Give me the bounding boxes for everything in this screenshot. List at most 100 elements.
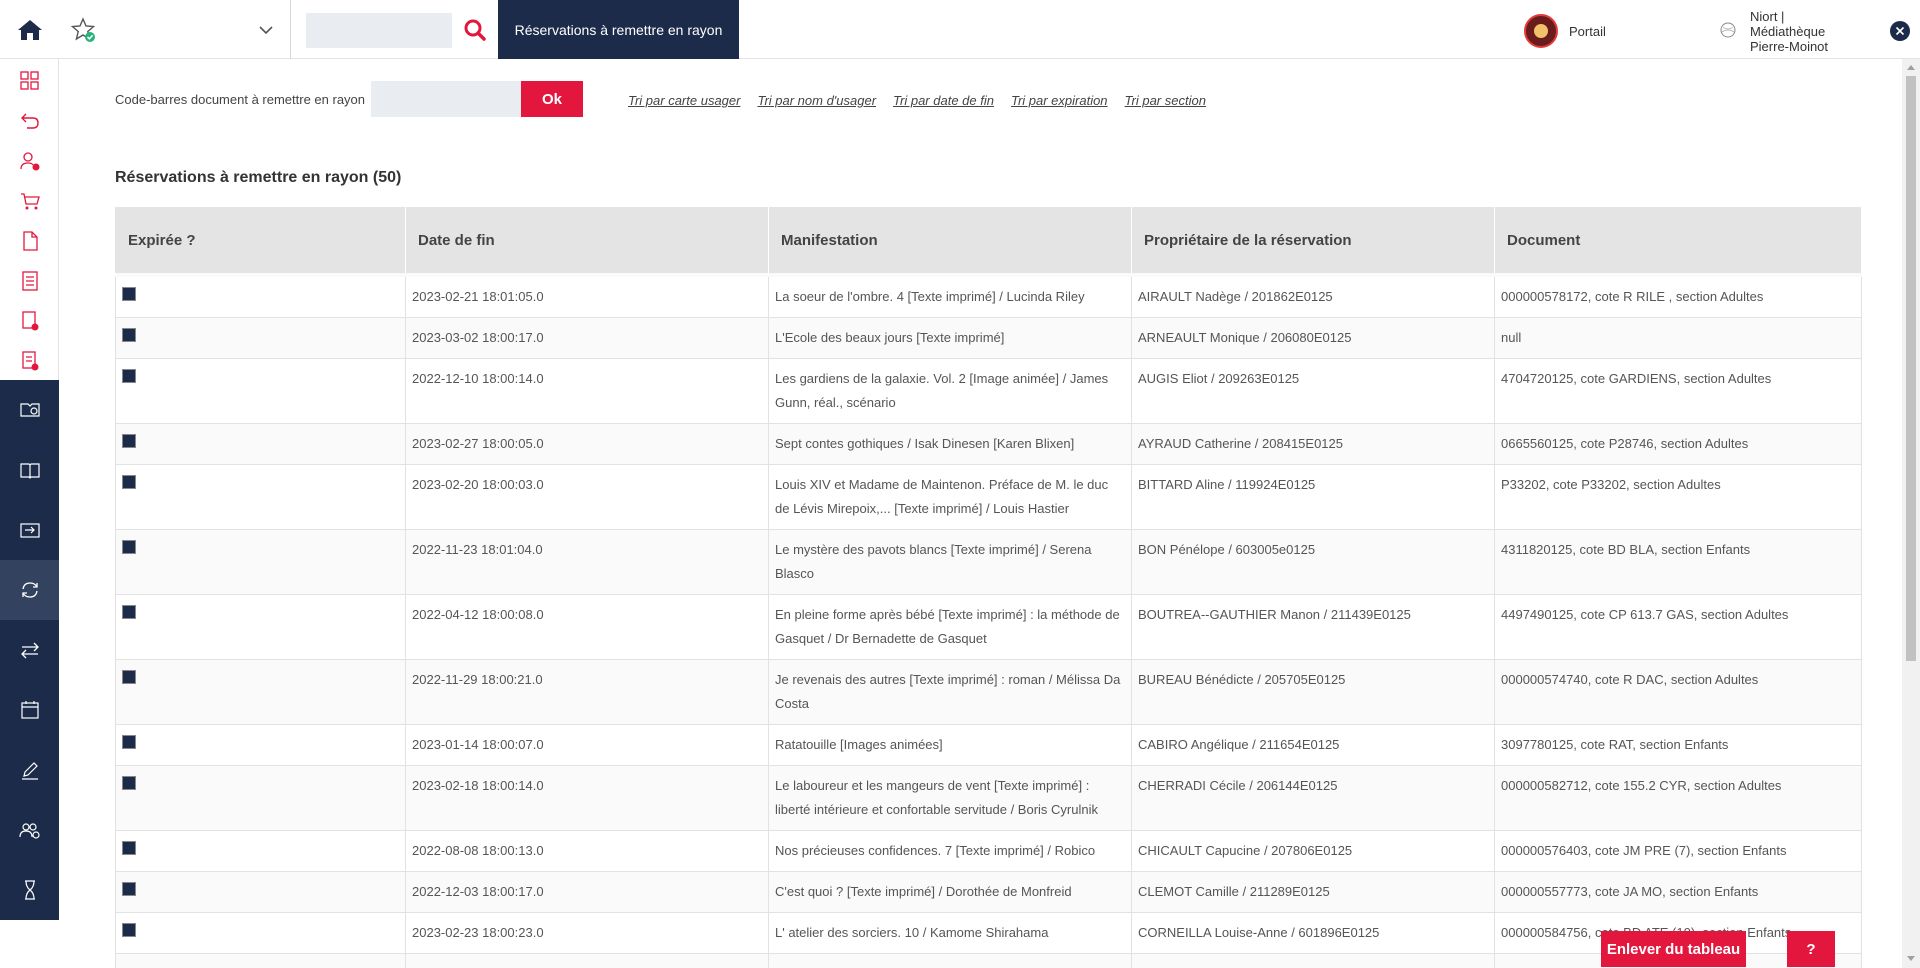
header-end-date[interactable]: Date de fin [405,207,769,273]
owner-cell: CABIRO Angélique / 211654E0125 [1131,724,1495,766]
edit-pen-icon[interactable] [0,750,59,790]
sort-by-end-date-link[interactable]: Tri par date de fin [893,93,994,108]
owner-cell: CORNEILLA Louise-Anne / 601896E0125 [1131,912,1495,954]
home-icon[interactable] [0,0,59,59]
ok-button[interactable]: Ok [521,81,584,117]
expired-cell [115,464,406,530]
document-alert-icon[interactable] [0,301,59,341]
owner-cell: BOUTREA--GAUTHIER Manon / 211439E0125 [1131,594,1495,660]
end-date-cell [405,953,769,968]
expired-cell [115,277,406,318]
main-content: Code-barres document à remettre en rayon… [59,59,1902,968]
header-document[interactable]: Document [1494,207,1862,273]
favorites-star-icon[interactable] [70,16,98,44]
header-manifestation[interactable]: Manifestation [768,207,1132,273]
owner-cell: CHICAULT Capucine / 207806E0125 [1131,830,1495,872]
header-owner[interactable]: Propriétaire de la réservation [1131,207,1495,273]
table-body: 2023-02-21 18:01:05.0 La soeur de l'ombre… [115,273,1862,968]
user-add-icon[interactable] [0,141,59,181]
site-label-line3: Pierre-Moinot [1750,39,1829,54]
cart-icon[interactable] [0,181,59,221]
owner-cell: ARNEAULT Monique / 206080E0125 [1131,317,1495,359]
users-settings-icon[interactable] [0,810,59,850]
sort-links: Tri par carte usager Tri par nom d'usage… [628,93,1206,108]
expired-cell [115,830,406,872]
barcode-input[interactable] [371,81,522,117]
expired-checkbox[interactable] [122,841,136,855]
remove-from-table-button[interactable]: Enlever du tableau [1601,931,1746,967]
reservations-table: Expirée ? Date de fin Manifestation Prop… [115,207,1863,968]
expired-checkbox[interactable] [122,605,136,619]
document-cell: 4704720125, cote GARDIENS, section Adult… [1494,358,1862,424]
portal-label: Portail [1569,23,1606,39]
table-row[interactable]: 2022-11-23 18:01:04.0 Le mystère des pavo… [115,529,1862,595]
table-row[interactable]: 2023-02-27 18:00:05.0 Sept contes gothiqu… [115,423,1862,465]
scroll-down-arrow-icon[interactable] [1907,956,1915,961]
expired-checkbox[interactable] [122,434,136,448]
sort-by-section-link[interactable]: Tri par section [1125,93,1206,108]
portal-link[interactable]: Portail [1524,14,1606,48]
table-row[interactable]: 2022-11-29 18:00:21.0 Je revenais des aut… [115,659,1862,725]
return-arrow-icon[interactable] [0,101,59,141]
expired-checkbox[interactable] [122,882,136,896]
expired-cell [115,953,406,968]
scroll-thumb[interactable] [1906,76,1916,661]
sync-icon[interactable] [0,560,59,620]
table-row[interactable]: 2023-02-18 18:00:14.0 Le laboureur et les… [115,765,1862,831]
close-icon[interactable] [1890,21,1910,41]
note-alert-icon[interactable] [0,341,59,381]
catalog-search-icon[interactable] [0,390,59,430]
sort-by-card-link[interactable]: Tri par carte usager [628,93,740,108]
vertical-scrollbar[interactable] [1902,59,1920,968]
end-date-cell: 2023-02-23 18:00:23.0 [405,912,769,954]
table-row[interactable]: 2023-02-20 18:00:03.0 Louis XIV et Madame… [115,464,1862,530]
sort-by-expiration-link[interactable]: Tri par expiration [1011,93,1108,108]
expired-cell [115,659,406,725]
top-bar: Réservations à remettre en rayon Portail… [0,0,1920,59]
expired-checkbox[interactable] [122,540,136,554]
table-row[interactable] [115,953,1862,968]
owner-cell: AYRAUD Catherine / 208415E0125 [1131,423,1495,465]
table-row[interactable]: 2023-02-23 18:00:23.0 L' atelier des sorc… [115,912,1862,954]
end-date-cell: 2023-01-14 18:00:07.0 [405,724,769,766]
expired-checkbox[interactable] [122,670,136,684]
expired-checkbox[interactable] [122,776,136,790]
sort-by-name-link[interactable]: Tri par nom d'usager [757,93,876,108]
search-icon[interactable] [462,17,488,43]
calendar-icon[interactable] [0,690,59,730]
transfer-icon[interactable] [0,630,59,670]
expired-checkbox[interactable] [122,923,136,937]
manifestation-cell: Les gardiens de la galaxie. Vol. 2 [Imag… [768,358,1132,424]
expired-checkbox[interactable] [122,475,136,489]
table-row[interactable]: 2023-02-21 18:01:05.0 La soeur de l'ombre… [115,277,1862,318]
expired-cell [115,317,406,359]
hourglass-icon[interactable] [0,870,59,910]
document-cell: 4311820125, cote BD BLA, section Enfants [1494,529,1862,595]
dashboard-icon[interactable] [0,61,59,101]
scroll-up-arrow-icon[interactable] [1907,65,1915,70]
site-selector[interactable]: Niort | Médiathèque Pierre-Moinot [1750,9,1860,54]
book-icon[interactable] [0,450,59,490]
top-search-input[interactable] [306,13,452,48]
checklist-icon[interactable] [0,261,59,301]
table-row[interactable]: 2022-12-10 18:00:14.0 Les gardiens de la … [115,358,1862,424]
table-row[interactable]: 2022-12-03 18:00:17.0 C'est quoi ? [Texte… [115,871,1862,913]
table-row[interactable]: 2023-01-14 18:00:07.0 Ratatouille [Images… [115,724,1862,766]
owner-cell: BON Pénélope / 603005e0125 [1131,529,1495,595]
manifestation-cell: La soeur de l'ombre. 4 [Texte imprimé] /… [768,277,1132,318]
header-expired[interactable]: Expirée ? [115,207,406,273]
document-icon[interactable] [0,221,59,261]
inbox-icon[interactable] [0,510,59,550]
tab-reservations-reshelve[interactable]: Réservations à remettre en rayon [498,0,739,59]
chevron-down-icon[interactable] [256,20,276,40]
owner-cell: BUREAU Bénédicte / 205705E0125 [1131,659,1495,725]
table-row[interactable]: 2023-03-02 18:00:17.0 L'Ecole des beaux j… [115,317,1862,359]
help-button[interactable]: ? [1787,931,1835,967]
table-row[interactable]: 2022-08-08 18:00:13.0 Nos précieuses conf… [115,830,1862,872]
expired-checkbox[interactable] [122,369,136,383]
expired-cell [115,912,406,954]
expired-checkbox[interactable] [122,287,136,301]
expired-checkbox[interactable] [122,328,136,342]
expired-checkbox[interactable] [122,735,136,749]
table-row[interactable]: 2022-04-12 18:00:08.0 En pleine forme apr… [115,594,1862,660]
